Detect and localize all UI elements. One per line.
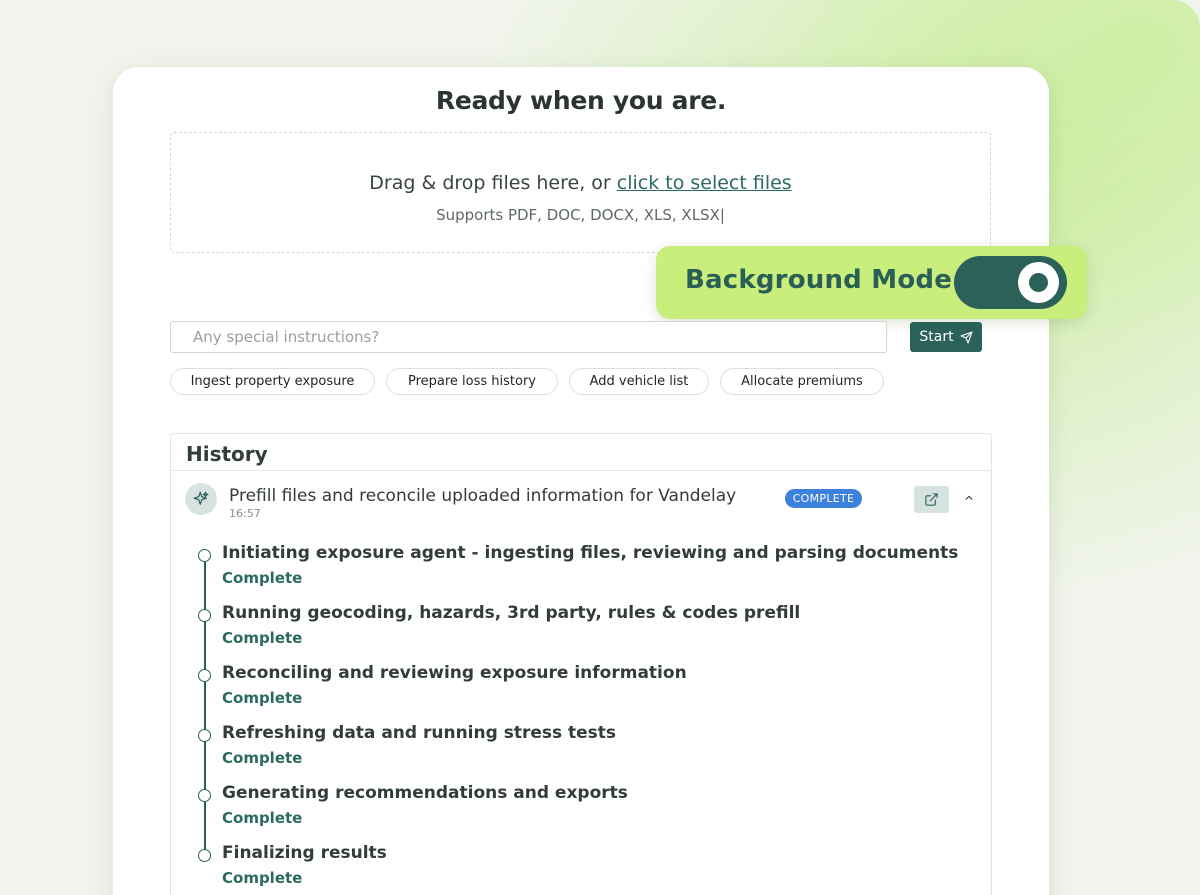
supported-formats: Supports PDF, DOC, DOCX, XLS, XLSX| <box>436 206 725 224</box>
sparkle-icon <box>185 483 217 515</box>
chip-prepare-loss-history[interactable]: Prepare loss history <box>386 368 558 395</box>
step-title: Refreshing data and running stress tests <box>222 723 617 743</box>
open-external-button[interactable] <box>914 486 949 513</box>
step-title: Finalizing results <box>222 843 387 863</box>
page-title: Ready when you are. <box>435 86 727 115</box>
file-dropzone[interactable]: Drag & drop files here, or click to sele… <box>170 132 991 253</box>
timeline-step: Finalizing results Complete <box>171 839 971 889</box>
chip-ingest-property-exposure[interactable]: Ingest property exposure <box>170 368 375 395</box>
timeline-step: Generating recommendations and exports C… <box>171 779 971 829</box>
step-status: Complete <box>222 689 303 707</box>
timeline-step: Initiating exposure agent - ingesting fi… <box>171 539 971 589</box>
step-status: Complete <box>222 629 303 647</box>
chevron-up-icon <box>965 495 973 500</box>
select-files-link[interactable]: click to select files <box>617 172 792 194</box>
dropzone-text: Drag & drop files here, or click to sele… <box>171 172 990 194</box>
external-link-icon <box>925 493 938 506</box>
step-status: Complete <box>222 869 303 887</box>
send-icon <box>960 331 973 343</box>
start-button-label: Start <box>919 329 954 345</box>
step-dot <box>198 549 211 562</box>
history-divider <box>171 470 991 471</box>
timeline-step: Refreshing data and running stress tests… <box>171 719 971 769</box>
background-mode-label: Background Mode <box>685 265 953 295</box>
run-time: 16:57 <box>229 507 261 520</box>
history-title: History <box>186 442 268 466</box>
step-status: Complete <box>222 749 303 767</box>
step-status: Complete <box>222 809 303 827</box>
step-dot <box>198 729 211 742</box>
status-badge: COMPLETE <box>785 489 862 508</box>
instructions-input[interactable] <box>170 321 887 353</box>
toggle-knob <box>1018 262 1059 303</box>
history-panel: History Prefill files and reconcile uplo… <box>170 433 992 895</box>
background-mode-panel: Background Mode <box>656 246 1087 319</box>
chip-allocate-premiums[interactable]: Allocate premiums <box>720 368 884 395</box>
run-title: Prefill files and reconcile uploaded inf… <box>229 486 737 506</box>
step-dot <box>198 669 211 682</box>
start-button[interactable]: Start <box>910 322 982 352</box>
timeline-step: Reconciling and reviewing exposure infor… <box>171 659 971 709</box>
step-status: Complete <box>222 569 303 587</box>
timeline-step: Running geocoding, hazards, 3rd party, r… <box>171 599 971 649</box>
step-dot <box>198 609 211 622</box>
background-mode-toggle[interactable] <box>954 256 1067 309</box>
step-title: Reconciling and reviewing exposure infor… <box>222 663 687 683</box>
step-dot <box>198 789 211 802</box>
collapse-button[interactable] <box>961 488 977 508</box>
step-title: Generating recommendations and exports <box>222 783 628 803</box>
step-title: Initiating exposure agent - ingesting fi… <box>222 543 959 563</box>
step-dot <box>198 849 211 862</box>
chip-add-vehicle-list[interactable]: Add vehicle list <box>569 368 709 395</box>
dropzone-prefix: Drag & drop files here, or <box>369 172 617 194</box>
step-title: Running geocoding, hazards, 3rd party, r… <box>222 603 801 623</box>
